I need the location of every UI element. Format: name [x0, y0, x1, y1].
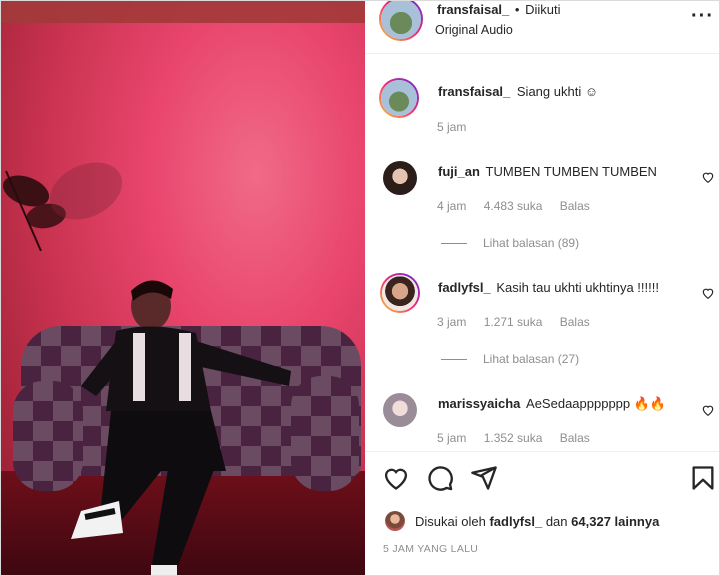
comment-time: 3 jam [437, 315, 467, 329]
comment-time: 4 jam [437, 199, 467, 213]
header-dot: • [514, 2, 520, 17]
commenter-avatar[interactable] [383, 393, 417, 427]
more-horizontal-icon[interactable]: ··· [691, 6, 714, 26]
comment-text: TUMBEN TUMBEN TUMBEN [485, 164, 657, 179]
comment-text: AeSedaappppppp 🔥🔥 [526, 396, 667, 411]
comment-likes[interactable]: 1.271 suka [484, 315, 543, 329]
caption: fransfaisal_ Siang ukhti ☺ [438, 84, 598, 99]
comment-likes[interactable]: 1.352 suka [484, 431, 543, 445]
comment-text: Kasih tau ukhti ukhtinya !!!!!! [496, 280, 659, 295]
follow-status[interactable]: Diikuti [525, 2, 560, 17]
comment-like-heart-icon[interactable] [701, 286, 715, 300]
comment-reply-button[interactable]: Balas [560, 315, 590, 329]
audio-link[interactable]: Original Audio [435, 23, 513, 37]
action-bar [365, 451, 719, 504]
comment-time: 5 jam [437, 431, 467, 445]
liked-by-prefix: Disukai oleh [415, 514, 486, 529]
header-username[interactable]: fransfaisal_ [437, 2, 509, 17]
seated-person-image [71, 280, 291, 575]
photo-top-band [1, 1, 365, 23]
smile-emoji: ☺ [584, 84, 599, 99]
author-avatar[interactable] [379, 1, 423, 41]
comment-username[interactable]: fuji_an [438, 164, 480, 179]
post-header: fransfaisal_ • Diikuti Original Audio ··… [365, 1, 719, 54]
post-window: fransfaisal_ • Diikuti Original Audio ··… [0, 0, 720, 576]
comment-body: fadlyfsl_ Kasih tau ukhti ukhtinya !!!!!… [438, 280, 659, 295]
comment-icon[interactable] [426, 464, 454, 492]
comment-like-heart-icon[interactable] [701, 170, 715, 184]
caption-avatar[interactable] [379, 78, 419, 118]
liker-avatar[interactable] [385, 511, 405, 531]
bookmark-icon[interactable] [689, 464, 717, 492]
leaf-shadow-image [49, 162, 123, 220]
comment-reply-button[interactable]: Balas [560, 431, 590, 445]
comment-username[interactable]: marissyaicha [438, 396, 520, 411]
posted-time[interactable]: 5 JAM YANG LALU [383, 543, 478, 555]
comment-body: marissyaicha AeSedaappppppp 🔥🔥 [438, 396, 666, 412]
heart-icon[interactable] [382, 464, 410, 492]
liked-by-line: Disukai oleh fadlyfsl_ dan 64,327 lainny… [385, 511, 715, 533]
liked-by-and: dan [545, 514, 568, 529]
view-replies-button[interactable]: Lihat balasan (27) [441, 352, 579, 366]
comment-meta: 3 jam 1.271 suka Balas [437, 315, 604, 329]
send-icon[interactable] [470, 464, 498, 492]
liked-by-count[interactable]: 64,327 lainnya [571, 514, 659, 529]
comment-meta: 5 jam 1.352 suka Balas [437, 431, 604, 445]
liked-by-user[interactable]: fadlyfsl_ [489, 514, 542, 529]
comment-meta: 4 jam 4.483 suka Balas [437, 199, 604, 213]
view-replies-button[interactable]: Lihat balasan (89) [441, 236, 579, 250]
view-replies-label: Lihat balasan (89) [483, 236, 580, 250]
header-author-line: fransfaisal_ • Diikuti [437, 2, 560, 17]
comment-like-heart-icon[interactable] [701, 403, 715, 417]
caption-username[interactable]: fransfaisal_ [438, 84, 510, 99]
view-replies-label: Lihat balasan (27) [483, 352, 580, 366]
post-photo[interactable] [1, 1, 365, 575]
commenter-avatar[interactable] [383, 161, 417, 195]
comment-body: fuji_an TUMBEN TUMBEN TUMBEN [438, 164, 657, 179]
caption-time: 5 jam [437, 120, 467, 134]
comments-panel: fransfaisal_ • Diikuti Original Audio ··… [365, 1, 719, 575]
comment-likes[interactable]: 4.483 suka [484, 199, 543, 213]
comment-reply-button[interactable]: Balas [560, 199, 590, 213]
caption-text: Siang ukhti [516, 84, 582, 99]
comment-username[interactable]: fadlyfsl_ [438, 280, 491, 295]
commenter-avatar[interactable] [380, 273, 420, 313]
